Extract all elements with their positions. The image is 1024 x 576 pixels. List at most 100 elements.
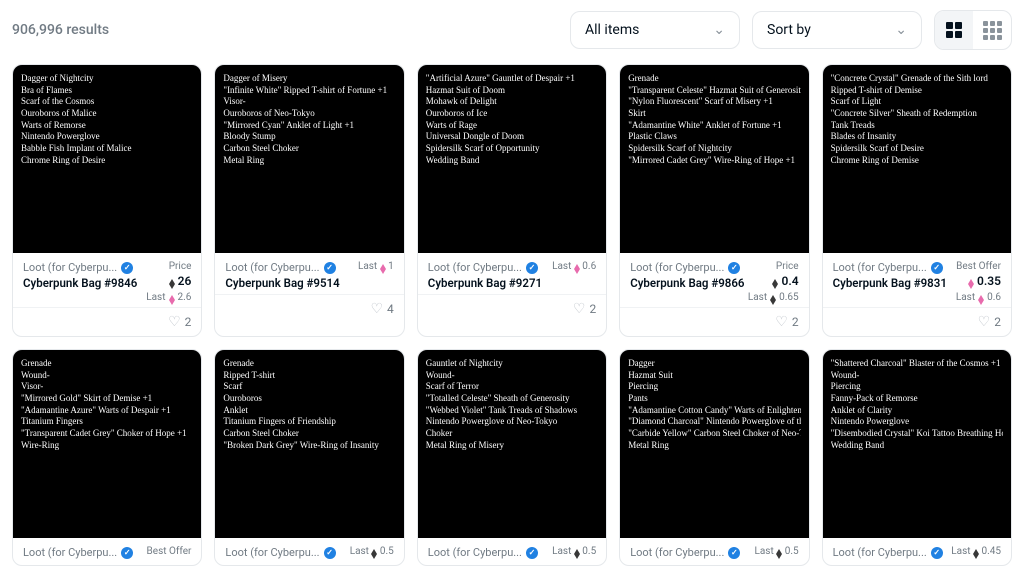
card-meta: Loot (for Cyberpu...Last 0.5 [418, 538, 606, 565]
like-count: 4 [387, 302, 394, 316]
nft-card[interactable]: "Shattered Charcoal" Blaster of the Cosm… [822, 349, 1012, 566]
last-price: Last 0.65 [630, 292, 798, 303]
loot-line: Mohawk of Delight [426, 96, 598, 108]
like-count: 2 [185, 315, 192, 329]
nft-card[interactable]: "Artificial Azure" Gauntlet of Despair +… [417, 64, 607, 337]
loot-line: "Adamantine White" Anklet of Fortune +1 [628, 120, 800, 132]
grid-small-icon [983, 21, 1002, 40]
heart-icon[interactable]: ♡ [775, 314, 788, 330]
loot-line: Universal Dongle of Doom [426, 131, 598, 143]
price-value: 0.4 [772, 274, 798, 288]
loot-line: Nintendo Powerglove of Neo-Tokyo [426, 416, 598, 428]
sort-dropdown[interactable]: Sort by ⌄ [752, 11, 922, 49]
nft-preview: Grenade"Transparent Celeste" Hazmat Suit… [620, 65, 808, 253]
price-label: Best Offer [147, 546, 192, 557]
card-meta: Loot (for Cyberpu...Last 0.6Cyberpunk Ba… [418, 253, 606, 294]
like-count: 2 [792, 315, 799, 329]
last-price: Last 2.6 [23, 292, 191, 303]
heart-icon[interactable]: ♡ [370, 301, 383, 317]
like-count: 2 [589, 302, 596, 316]
price-label: Last 0.6 [552, 261, 596, 272]
loot-line: Metal Ring [223, 155, 395, 167]
loot-line: Metal Ring of Misery [426, 440, 598, 452]
nft-card[interactable]: Gauntlet of NightcityWound-Scarf of Terr… [417, 349, 607, 566]
loot-line: Spidersilk Scarf of Opportunity [426, 143, 598, 155]
card-meta: Loot (for Cyberpu...Last 0.5 [620, 538, 808, 565]
loot-line: "Transparent Celeste" Hazmat Suit of Gen… [628, 85, 800, 97]
nft-preview: "Concrete Crystal" Grenade of the Sith l… [823, 65, 1011, 253]
verified-icon [324, 262, 336, 274]
loot-line: Scarf [223, 381, 395, 393]
view-toggle [934, 10, 1012, 50]
loot-line: Titanium Fingers of Friendship [223, 416, 395, 428]
loot-line: Choker [426, 428, 598, 440]
verified-icon [931, 547, 943, 559]
heart-icon[interactable]: ♡ [168, 314, 181, 330]
price-label: Last 0.45 [951, 546, 1001, 557]
card-meta: Loot (for Cyberpu...PriceCyberpunk Bag #… [13, 253, 201, 307]
loot-line: Visor- [223, 96, 395, 108]
nft-preview: DaggerHazmat SuitPiercingPants"Adamantin… [620, 350, 808, 538]
card-footer: ♡4 [215, 294, 403, 323]
nft-preview: GrenadeWound-Visor-"Mirrored Gold" Skirt… [13, 350, 201, 538]
price-label: Last 0.5 [350, 546, 394, 557]
loot-line: Dagger [628, 358, 800, 370]
loot-line: Carbon Steel Choker [223, 428, 395, 440]
loot-line: "Concrete Crystal" Grenade of the Sith l… [831, 73, 1003, 85]
loot-line: Visor- [21, 381, 193, 393]
price-label: Last 0.5 [552, 546, 596, 557]
loot-line: Carbon Steel Choker [223, 143, 395, 155]
loot-line: Wedding Band [831, 440, 1003, 452]
nft-preview: "Shattered Charcoal" Blaster of the Cosm… [823, 350, 1011, 538]
loot-line: "Transparent Cadet Grey" Choker of Hope … [21, 428, 193, 440]
loot-line: Babble Fish Implant of Malice [21, 143, 193, 155]
grid-large-button[interactable] [935, 11, 973, 49]
loot-line: Ripped T-shirt of Demise [831, 85, 1003, 97]
nft-card[interactable]: GrenadeWound-Visor-"Mirrored Gold" Skirt… [12, 349, 202, 566]
loot-line: Anklet [223, 405, 395, 417]
loot-line: Metal Ring [628, 440, 800, 452]
heart-icon[interactable]: ♡ [978, 314, 991, 330]
like-count: 2 [994, 315, 1001, 329]
card-footer: ♡2 [13, 307, 201, 336]
loot-line: Nintendo Powerglove [21, 131, 193, 143]
card-meta: Loot (for Cyberpu...Best Offer [13, 538, 201, 565]
heart-icon[interactable]: ♡ [573, 301, 586, 317]
loot-line: Gauntlet of Nightcity [426, 358, 598, 370]
grid-small-button[interactable] [973, 11, 1011, 49]
filter-items-dropdown[interactable]: All items ⌄ [570, 11, 740, 49]
nft-card[interactable]: DaggerHazmat SuitPiercingPants"Adamantin… [619, 349, 809, 566]
loot-line: Wound- [831, 370, 1003, 382]
nft-card[interactable]: Dagger of Misery"Infinite White" Ripped … [214, 64, 404, 337]
loot-line: Hazmat Suit of Doom [426, 85, 598, 97]
verified-icon [728, 262, 740, 274]
loot-line: Nintendo Powerglove [831, 416, 1003, 428]
collection-name: Loot (for Cyberpu... [833, 261, 927, 274]
loot-line: Anklet of Clarity [831, 405, 1003, 417]
nft-card[interactable]: "Concrete Crystal" Grenade of the Sith l… [822, 64, 1012, 337]
loot-line: Scarf of the Cosmos [21, 96, 193, 108]
nft-card[interactable]: Grenade"Transparent Celeste" Hazmat Suit… [619, 64, 809, 337]
card-meta: Loot (for Cyberpu...Last 1Cyberpunk Bag … [215, 253, 403, 294]
sort-label: Sort by [767, 22, 811, 38]
price-label: Best Offer [956, 261, 1001, 272]
price-label: Last 0.5 [754, 546, 798, 557]
loot-line: "Diamond Charcoal" Nintendo Powerglove o… [628, 416, 800, 428]
loot-line: Warts of Rage [426, 120, 598, 132]
loot-line: Scarf of Light [831, 96, 1003, 108]
card-meta: Loot (for Cyberpu...Best OfferCyberpunk … [823, 253, 1011, 307]
filter-items-label: All items [585, 22, 639, 38]
verified-icon [728, 547, 740, 559]
nft-preview: Dagger of NightcityBra of FlamesScarf of… [13, 65, 201, 253]
price-value: 26 [169, 274, 192, 288]
loot-line: Wound- [21, 370, 193, 382]
card-footer: ♡2 [620, 307, 808, 336]
loot-line: Ouroboros of Malice [21, 108, 193, 120]
verified-icon [526, 547, 538, 559]
chevron-down-icon: ⌄ [895, 22, 907, 38]
nft-card[interactable]: GrenadeRipped T-shirtScarfOuroborosAnkle… [214, 349, 404, 566]
loot-line: Dagger of Misery [223, 73, 395, 85]
nft-title: Cyberpunk Bag #9866 [630, 276, 744, 290]
verified-icon [121, 262, 133, 274]
nft-card[interactable]: Dagger of NightcityBra of FlamesScarf of… [12, 64, 202, 337]
